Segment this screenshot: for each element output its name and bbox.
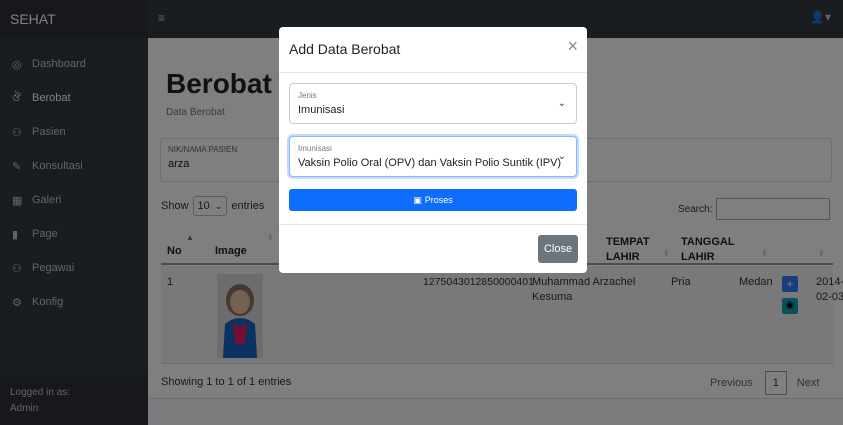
modal-footer: Close	[279, 224, 587, 273]
chevron-down-icon: ⌄	[557, 151, 566, 162]
chevron-down-icon: ⌄	[557, 98, 566, 109]
modal-header: Add Data Berobat ×	[279, 27, 587, 73]
imunisasi-label: Imunisasi	[298, 144, 332, 153]
modal-title: Add Data Berobat	[289, 41, 401, 57]
jenis-select[interactable]: Jenis Imunisasi ⌄	[289, 83, 577, 124]
close-button[interactable]: Close	[538, 235, 578, 263]
jenis-value: Imunisasi	[298, 104, 345, 116]
imunisasi-select[interactable]: Imunisasi Vaksin Polio Oral (OPV) dan Va…	[289, 136, 577, 177]
save-icon: ▣	[413, 195, 422, 205]
add-berobat-modal: Add Data Berobat × Jenis Imunisasi ⌄ Imu…	[279, 27, 587, 273]
proses-button[interactable]: ▣ Proses	[289, 189, 577, 211]
jenis-label: Jenis	[298, 91, 317, 100]
proses-label: Proses	[424, 195, 453, 205]
imunisasi-value: Vaksin Polio Oral (OPV) dan Vaksin Polio…	[298, 157, 562, 169]
close-icon[interactable]: ×	[567, 37, 578, 55]
